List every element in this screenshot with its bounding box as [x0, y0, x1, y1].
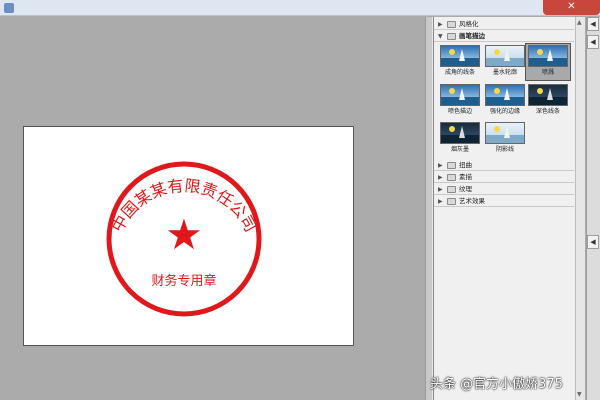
thumbnail-sprayed-strokes[interactable] [440, 84, 480, 106]
preview-canvas: 中国某某有限责任公司 ★ 财务专用章 [23, 126, 354, 346]
folder-sketch[interactable]: ▶ 素描 [434, 172, 574, 183]
folder-stylize[interactable]: ▶ 风格化 [434, 19, 574, 30]
folder-label: 纹理 [459, 185, 472, 193]
scroll-up-icon[interactable]: ▲ [577, 19, 582, 26]
folder-texture[interactable]: ▶ 纹理 [434, 184, 574, 195]
side-toggle-icon[interactable]: ◀ [587, 17, 599, 31]
folder-distort[interactable]: ▶ 扭曲 [434, 160, 574, 171]
watermark: 头条 @官方小傲娇375 [430, 377, 563, 392]
thumbnail-label: 阴影线 [495, 146, 514, 153]
folder-artistic[interactable]: ▶ 艺术效果 [434, 196, 574, 207]
folder-icon [447, 162, 456, 169]
thumbnail-label: 深色线条 [535, 108, 560, 115]
company-seal: 中国某某有限责任公司 ★ 财务专用章 [106, 161, 262, 317]
folder-open-icon [447, 33, 456, 40]
thumbnail-label: 喷色描边 [447, 108, 472, 115]
collapsed-triangle-icon[interactable]: ▶ [438, 185, 443, 194]
folder-icon [447, 198, 456, 205]
folder-icon [447, 186, 456, 193]
folder-label: 素描 [459, 173, 472, 181]
thumbnail-sumi-e[interactable] [440, 122, 480, 144]
folder-icon [447, 174, 456, 181]
thumbnail-label: 喷溅 [541, 69, 554, 76]
settings-panel-edge: ◀ ◀ ◀ [586, 17, 600, 400]
thumbnail-ink-outlines[interactable] [485, 45, 525, 67]
folder-icon [447, 21, 456, 28]
title-bar: ✕ [0, 0, 600, 16]
app-icon [4, 3, 14, 13]
close-window-button[interactable]: ✕ [543, 0, 600, 15]
folder-brush-strokes[interactable]: ▼ 画笔描边 [434, 31, 574, 42]
thumbnail-label: 成角的线条 [444, 69, 475, 76]
thumbnail-label: 强化的边缘 [489, 108, 520, 115]
folder-label: 艺术效果 [459, 197, 485, 205]
side-toggle-icon[interactable]: ◀ [587, 35, 599, 49]
side-toggle-icon[interactable]: ◀ [587, 235, 599, 249]
folder-label: 画笔描边 [459, 32, 485, 40]
thumbnail-label: 烟灰墨 [450, 146, 469, 153]
collapsed-triangle-icon[interactable]: ▶ [438, 20, 443, 29]
seal-department-text: 财务专用章 [151, 273, 216, 289]
collapsed-triangle-icon[interactable]: ▶ [438, 173, 443, 182]
scroll-down-icon[interactable]: ▼ [577, 391, 582, 398]
folder-label: 风格化 [459, 20, 479, 28]
expanded-triangle-icon[interactable]: ▼ [438, 32, 443, 41]
seal-star-icon: ★ [165, 210, 203, 259]
collapsed-triangle-icon[interactable]: ▶ [438, 197, 443, 206]
thumbnail-angled-strokes[interactable] [440, 45, 480, 67]
folder-label: 扭曲 [459, 161, 472, 169]
thumbnail-spatter[interactable] [528, 45, 568, 67]
vertical-scrollbar[interactable]: ▲ ▼ [575, 17, 585, 400]
thumbnail-label: 墨水轮廓 [492, 69, 517, 76]
thumbnail-dark-strokes[interactable] [528, 84, 568, 106]
panel-splitter[interactable] [425, 17, 433, 400]
thumbnail-crosshatch[interactable] [485, 122, 525, 144]
thumbnail-accented-edges[interactable] [485, 84, 525, 106]
collapsed-triangle-icon[interactable]: ▶ [438, 161, 443, 170]
